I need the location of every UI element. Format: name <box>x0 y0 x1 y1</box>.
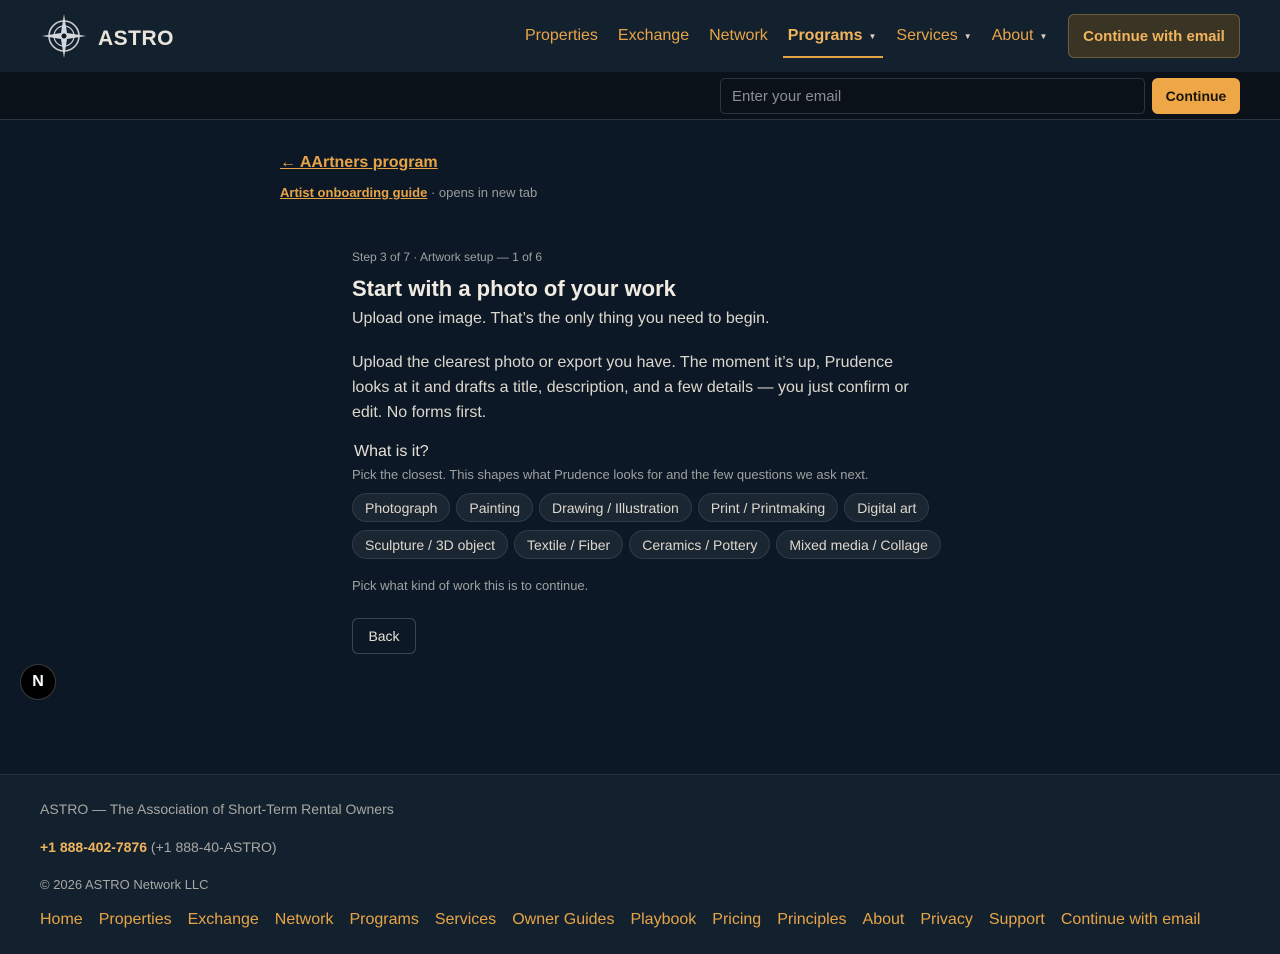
footer-link-support[interactable]: Support <box>989 911 1045 929</box>
dev-tools-badge[interactable]: N <box>20 664 56 700</box>
nav-network-label: Network <box>709 27 768 44</box>
chip-textile-fiber[interactable]: Textile / Fiber <box>513 530 624 559</box>
nav-about[interactable]: About ▼ <box>992 0 1048 72</box>
footer-link-services[interactable]: Services <box>435 911 496 929</box>
continue-button[interactable]: Continue <box>1152 78 1240 114</box>
chip-sculpture-3d-object[interactable]: Sculpture / 3D object <box>352 530 508 559</box>
nav-properties[interactable]: Properties <box>525 0 598 72</box>
main-nav: Properties Exchange Network Programs ▼ S… <box>515 0 1057 72</box>
nav-programs-label: Programs <box>787 27 863 44</box>
footer-phone-link[interactable]: +1 888-402-7876 <box>40 839 147 855</box>
chip-digital-art[interactable]: Digital art <box>844 493 930 522</box>
footer-link-principles[interactable]: Principles <box>777 911 846 929</box>
intro-paragraph: Upload the clearest photo or export you … <box>352 354 909 421</box>
artist-onboarding-guide-link[interactable]: Artist onboarding guide <box>280 185 427 200</box>
chip-mixed-media-collage[interactable]: Mixed media / Collage <box>776 530 941 559</box>
nav-services-label: Services <box>896 27 958 44</box>
top-nav-bar: ASTRO Properties Exchange Network Progra… <box>0 0 1280 72</box>
footer-link-about[interactable]: About <box>863 911 905 929</box>
nav-properties-label: Properties <box>525 27 598 44</box>
footer-phone-alt: (+1 888-40-ASTRO) <box>147 839 277 855</box>
caret-down-icon: ▼ <box>868 31 877 41</box>
back-to-program-link[interactable]: ← AArtners program <box>280 154 438 172</box>
compass-logo-icon <box>40 12 88 65</box>
footer-link-owner-guides[interactable]: Owner Guides <box>512 911 614 929</box>
footer-org-name: ASTRO — The Association of Short-Term Re… <box>40 801 394 817</box>
footer-link-network[interactable]: Network <box>275 911 334 929</box>
nav-programs[interactable]: Programs ▼ <box>782 0 884 72</box>
work-type-options: Photograph Painting Drawing / Illustrati… <box>352 493 952 567</box>
footer-link-continue-with-email[interactable]: Continue with email <box>1061 911 1201 929</box>
chip-ceramics-pottery[interactable]: Ceramics / Pottery <box>629 530 771 559</box>
footer-link-properties[interactable]: Properties <box>99 911 172 929</box>
footer: ASTRO — The Association of Short-Term Re… <box>0 774 1280 954</box>
footer-link-pricing[interactable]: Pricing <box>712 911 761 929</box>
footer-link-home[interactable]: Home <box>40 911 83 929</box>
footer-link-privacy[interactable]: Privacy <box>920 911 972 929</box>
footer-copyright: © 2026 ASTRO Network LLC <box>40 877 209 892</box>
chip-painting[interactable]: Painting <box>456 493 533 522</box>
email-input[interactable] <box>720 78 1145 114</box>
step-indicator: Step 3 of 7 · Artwork setup — 1 of 6 <box>352 250 543 264</box>
footer-link-playbook[interactable]: Playbook <box>630 911 696 929</box>
guide-line: Artist onboarding guide · opens in new t… <box>280 185 537 200</box>
back-button[interactable]: Back <box>352 618 416 654</box>
page-title: Start with a photo of your work <box>352 276 676 301</box>
nav-network[interactable]: Network <box>709 0 768 72</box>
nav-about-label: About <box>991 27 1034 44</box>
continue-with-email-button[interactable]: Continue with email <box>1068 14 1240 58</box>
question-label: What is it? <box>354 443 429 460</box>
footer-link-programs[interactable]: Programs <box>349 911 418 929</box>
footer-links: Home Properties Exchange Network Program… <box>40 911 1216 929</box>
chip-print-printmaking[interactable]: Print / Printmaking <box>697 493 839 522</box>
guide-note: · opens in new tab <box>427 185 538 200</box>
question-help-text: Pick the closest. This shapes what Prude… <box>352 467 869 482</box>
caret-down-icon: ▼ <box>1039 31 1048 41</box>
nav-services[interactable]: Services ▼ <box>896 0 971 72</box>
chip-row: Photograph Painting Drawing / Illustrati… <box>352 493 952 522</box>
selection-hint: Pick what kind of work this is to contin… <box>352 578 589 593</box>
footer-link-exchange[interactable]: Exchange <box>188 911 259 929</box>
brand-name: ASTRO <box>98 26 174 50</box>
chip-photograph[interactable]: Photograph <box>352 493 451 522</box>
chip-drawing-illustration[interactable]: Drawing / Illustration <box>539 493 692 522</box>
page-subtitle: Upload one image. That’s the only thing … <box>352 310 770 327</box>
brand[interactable]: ASTRO <box>40 12 174 65</box>
email-signup-strip: Continue <box>0 72 1280 120</box>
caret-down-icon: ▼ <box>963 31 972 41</box>
nav-exchange[interactable]: Exchange <box>618 0 689 72</box>
footer-phone: +1 888-402-7876 (+1 888-40-ASTRO) <box>40 839 277 855</box>
chip-row: Sculpture / 3D object Textile / Fiber Ce… <box>352 530 952 559</box>
nav-exchange-label: Exchange <box>617 27 690 44</box>
